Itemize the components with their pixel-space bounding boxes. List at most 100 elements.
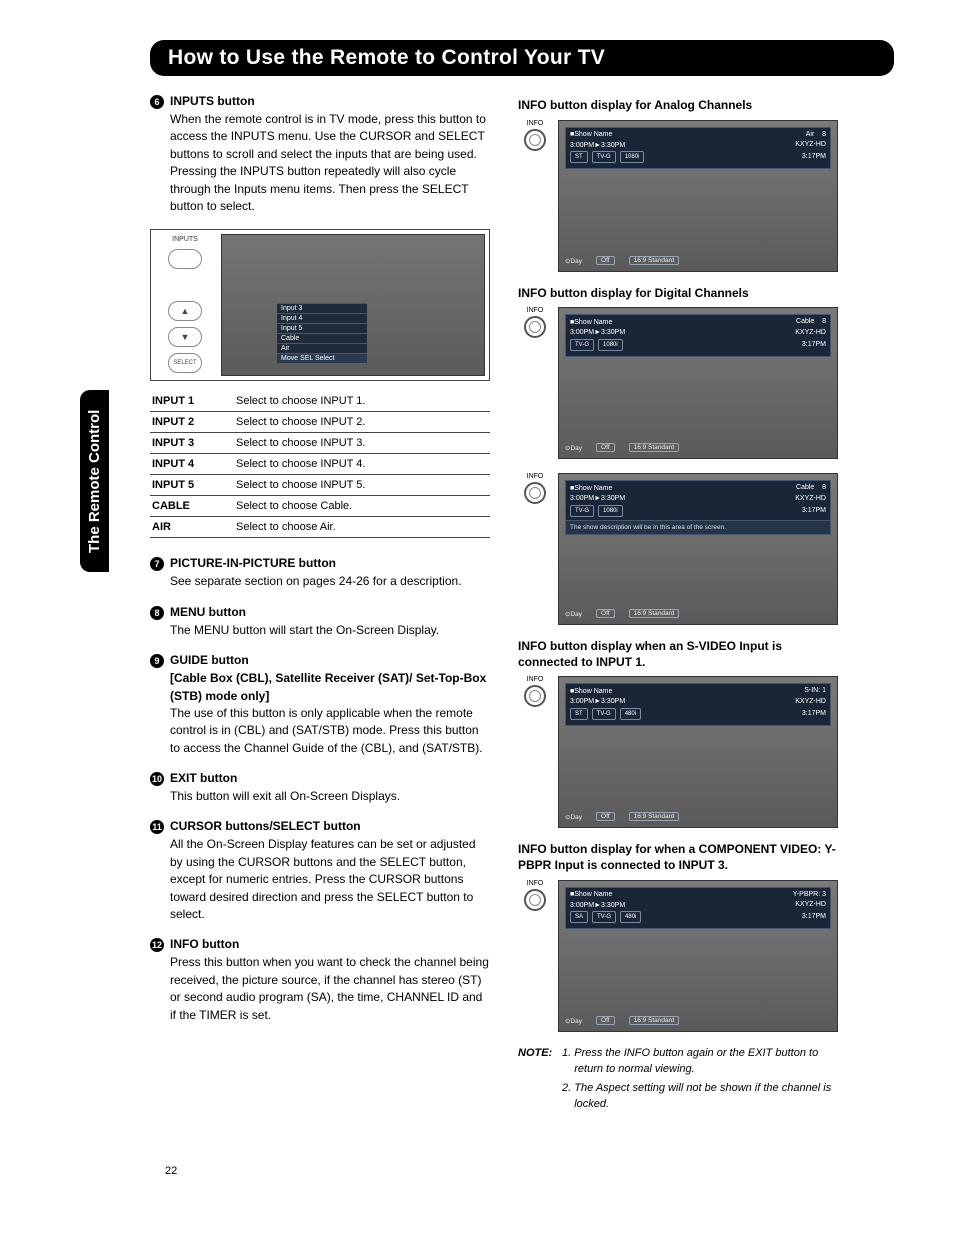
footer-day: Day bbox=[570, 258, 582, 265]
heading-digital: INFO button display for Digital Channels bbox=[518, 286, 838, 302]
clock: 3:17PM bbox=[802, 507, 826, 515]
clock: 3:17PM bbox=[802, 341, 826, 349]
cursor-up-icon: ▲ bbox=[168, 301, 202, 321]
badge-11: 11 bbox=[150, 820, 164, 834]
section-tab: The Remote Control bbox=[80, 390, 109, 572]
item-body: See separate section on pages 24-26 for … bbox=[170, 573, 490, 590]
item-title: INPUTS button bbox=[170, 94, 255, 108]
footer-aspect: 16:9 Standard bbox=[629, 1016, 680, 1025]
source: Cable bbox=[796, 484, 814, 491]
info-button-icon bbox=[524, 316, 546, 338]
inputs-label: INPUTS bbox=[172, 236, 198, 243]
badge-12: 12 bbox=[150, 938, 164, 952]
footer-aspect: 16:9 Standard bbox=[629, 256, 680, 265]
item-guide-button: 9GUIDE button [Cable Box (CBL), Satellit… bbox=[150, 653, 490, 757]
pill-res: 1080i bbox=[598, 339, 623, 351]
footer-off: Off bbox=[596, 443, 615, 452]
item-body: Press this button when you want to check… bbox=[170, 954, 490, 1024]
heading-svideo: INFO button display when an S-VIDEO Inpu… bbox=[518, 639, 838, 670]
channel: 8 bbox=[822, 484, 826, 491]
pill-res: 480i bbox=[620, 708, 641, 720]
item-body: The MENU button will start the On-Screen… bbox=[170, 622, 490, 639]
station: KXYZ-HD bbox=[795, 141, 826, 149]
item-menu-button: 8MENU button The MENU button will start … bbox=[150, 605, 490, 639]
menu-row: Cable bbox=[277, 333, 367, 343]
source: Y-PBPR: 3 bbox=[793, 891, 826, 899]
footer-off: Off bbox=[596, 1016, 615, 1025]
info-button-icon bbox=[524, 889, 546, 911]
pill-res: 1080i bbox=[598, 505, 623, 517]
program-time: 3:00PM►3:30PM bbox=[570, 495, 625, 502]
clock: 3:17PM bbox=[802, 913, 826, 921]
channel: 8 bbox=[822, 318, 826, 325]
pill-tvg: TV-G bbox=[592, 151, 616, 163]
inputs-table: INPUT 1Select to choose INPUT 1. INPUT 2… bbox=[150, 391, 490, 538]
show-name: Show Name bbox=[574, 485, 612, 492]
badge-7: 7 bbox=[150, 557, 164, 571]
info-display-analog: INFO ■Show Name Air 8 3:00PM►3:30PM KXYZ… bbox=[518, 120, 838, 272]
item-title: PICTURE-IN-PICTURE button bbox=[170, 556, 336, 570]
inputs-screen: Input 3 Input 4 Input 5 Cable Air Move S… bbox=[221, 234, 485, 376]
footer-off: Off bbox=[596, 812, 615, 821]
pill-res: 480i bbox=[620, 911, 641, 923]
heading-analog: INFO button display for Analog Channels bbox=[518, 98, 838, 114]
pill-st: ST bbox=[570, 151, 588, 163]
channel: 8 bbox=[822, 131, 826, 138]
page-title-bar: How to Use the Remote to Control Your TV bbox=[150, 40, 894, 76]
page-title: How to Use the Remote to Control Your TV bbox=[168, 46, 876, 70]
cursor-down-icon: ▼ bbox=[168, 327, 202, 347]
station: KXYZ-HD bbox=[795, 495, 826, 503]
info-button-icon bbox=[524, 482, 546, 504]
table-key: INPUT 5 bbox=[150, 475, 234, 496]
clock: 3:17PM bbox=[802, 710, 826, 718]
info-button-label: INFO bbox=[527, 880, 544, 887]
badge-6: 6 bbox=[150, 95, 164, 109]
page-number: 22 bbox=[165, 1165, 177, 1177]
table-val: Select to choose INPUT 1. bbox=[234, 391, 490, 412]
note-label: NOTE: bbox=[518, 1046, 552, 1118]
info-button-label: INFO bbox=[527, 120, 544, 127]
menu-row: Air bbox=[277, 343, 367, 353]
table-val: Select to choose INPUT 4. bbox=[234, 454, 490, 475]
pill-tvg: TV-G bbox=[592, 911, 616, 923]
item-pip-button: 7 PICTURE-IN-PICTURE button See separate … bbox=[150, 556, 490, 590]
show-name: Show Name bbox=[574, 688, 612, 695]
table-val: Select to choose INPUT 5. bbox=[234, 475, 490, 496]
table-key: AIR bbox=[150, 517, 234, 538]
pill-tvg: TV-G bbox=[570, 505, 594, 517]
select-button-icon: SELECT bbox=[168, 353, 202, 373]
program-time: 3:00PM►3:30PM bbox=[570, 329, 625, 336]
item-subtitle: [Cable Box (CBL), Satellite Receiver (SA… bbox=[170, 670, 490, 705]
source: Cable bbox=[796, 318, 814, 325]
station: KXYZ-HD bbox=[795, 698, 826, 706]
station: KXYZ-HD bbox=[795, 901, 826, 909]
footer-day: Day bbox=[570, 814, 582, 821]
item-info-button: 12INFO button Press this button when you… bbox=[150, 937, 490, 1024]
item-body: When the remote control is in TV mode, p… bbox=[170, 111, 490, 215]
show-name: Show Name bbox=[574, 891, 612, 898]
station: KXYZ-HD bbox=[795, 329, 826, 337]
source: S-IN: 1 bbox=[804, 687, 826, 695]
heading-component: INFO button display for when a COMPONENT… bbox=[518, 842, 838, 873]
pill-sa: SA bbox=[570, 911, 588, 923]
table-val: Select to choose Air. bbox=[234, 517, 490, 538]
item-title: MENU button bbox=[170, 605, 246, 619]
program-time: 3:00PM►3:30PM bbox=[570, 902, 625, 909]
footer-day: Day bbox=[570, 611, 582, 618]
info-display-digital-2: INFO ■Show Name Cable 8 3:00PM►3:30PM KX… bbox=[518, 473, 838, 625]
item-body: This button will exit all On-Screen Disp… bbox=[170, 788, 490, 805]
show-description: The show description will be in this are… bbox=[565, 520, 831, 535]
item-exit-button: 10EXIT button This button will exit all … bbox=[150, 771, 490, 805]
show-name: Show Name bbox=[574, 319, 612, 326]
inputs-menu-graphic: INPUTS ▲ ▼ SELECT Input 3 Input 4 Input … bbox=[150, 229, 490, 381]
info-button-label: INFO bbox=[527, 676, 544, 683]
inputs-button-icon bbox=[168, 249, 202, 269]
footer-off: Off bbox=[596, 609, 615, 618]
item-body: The use of this button is only applicabl… bbox=[170, 706, 483, 755]
note-block: NOTE: Press the INFO button again or the… bbox=[518, 1046, 838, 1118]
info-display-digital-1: INFO ■Show Name Cable 8 3:00PM►3:30PM KX… bbox=[518, 307, 838, 459]
table-val: Select to choose INPUT 2. bbox=[234, 412, 490, 433]
info-button-icon bbox=[524, 129, 546, 151]
table-val: Select to choose Cable. bbox=[234, 496, 490, 517]
menu-hint: Move SEL Select bbox=[277, 353, 367, 363]
